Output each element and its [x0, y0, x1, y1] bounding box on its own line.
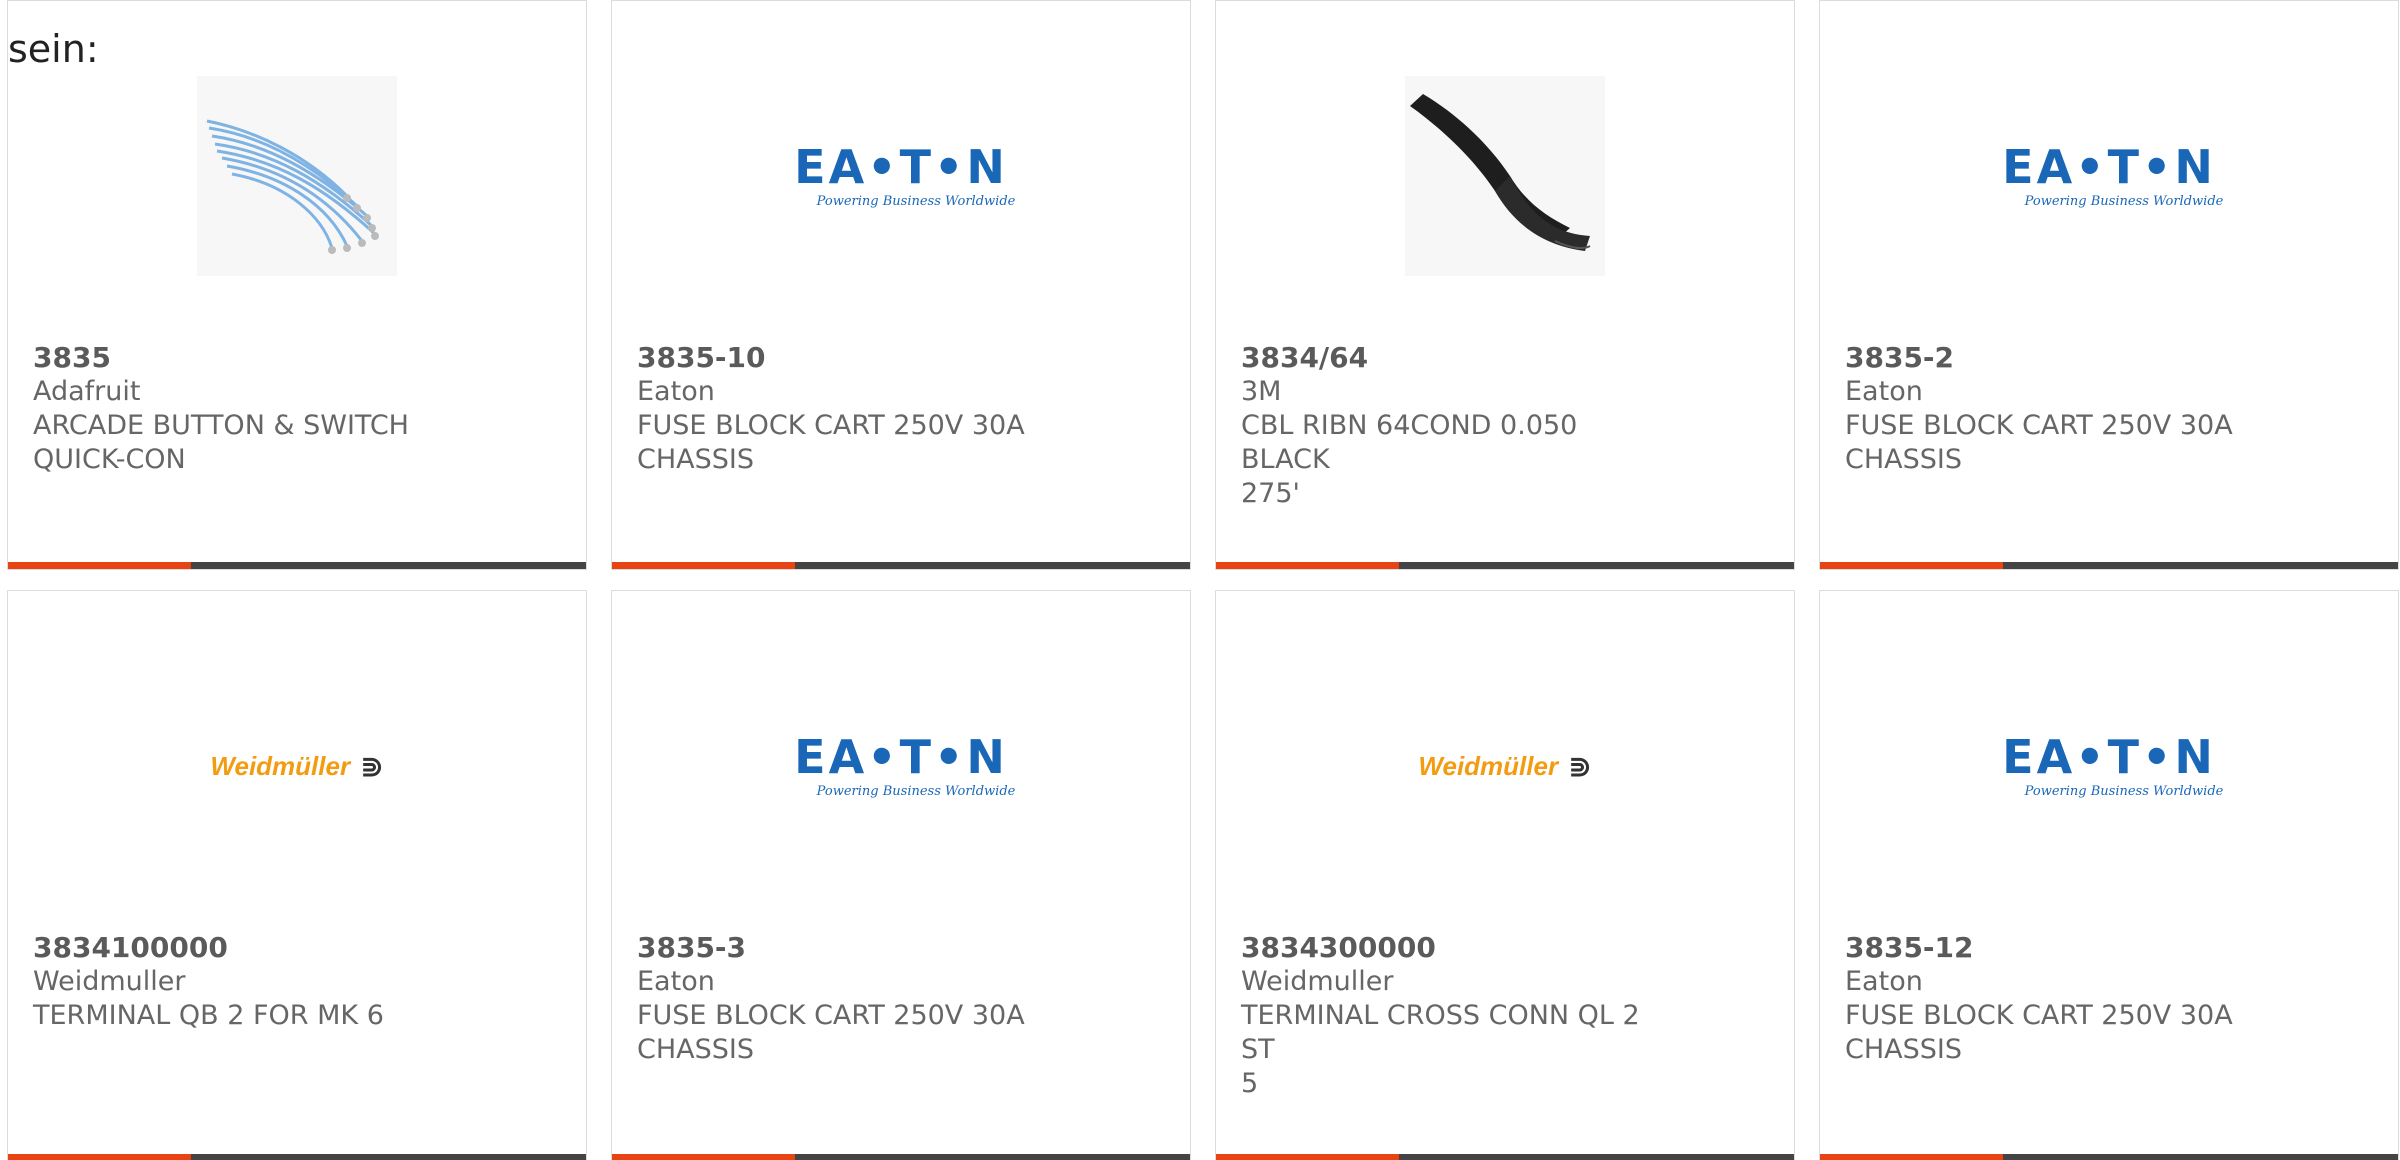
- description-line-2: 275': [1241, 478, 1300, 509]
- product-card[interactable]: Weidmüller ⋑ 3834100000 Weidmuller TERMI…: [7, 590, 587, 1160]
- product-info: 3835-12 Eaton FUSE BLOCK CART 250V 30A C…: [1845, 931, 2275, 1067]
- eaton-logo-word: EA•T•N: [2002, 729, 2216, 784]
- description-line-2: QUICK-CON: [33, 444, 186, 475]
- card-bottom-bar: [612, 562, 1190, 569]
- manufacturer: Eaton: [1845, 966, 1923, 997]
- product-info: 3834300000 Weidmuller TERMINAL CROSS CON…: [1241, 931, 1671, 1101]
- description-line-2: 5: [1241, 1068, 1259, 1099]
- card-accent-bar: [612, 562, 795, 569]
- card-bottom-bar: [1216, 1154, 1794, 1160]
- product-image: Weidmüller ⋑: [8, 666, 586, 866]
- description-line-2: CHASSIS: [1845, 1034, 1963, 1065]
- product-image: EA•T•N Powering Business Worldwide: [612, 666, 1190, 866]
- product-info: 3834/64 3M CBL RIBN 64COND 0.050 BLACK 2…: [1241, 341, 1671, 511]
- card-accent-bar: [1216, 562, 1399, 569]
- weidmuller-logo-word: Weidmüller: [210, 750, 351, 781]
- eaton-logo: EA•T•N Powering Business Worldwide: [2002, 136, 2223, 216]
- product-info: 3835-2 Eaton FUSE BLOCK CART 250V 30A CH…: [1845, 341, 2275, 477]
- weidmuller-logo-word: Weidmüller: [1418, 750, 1559, 781]
- description-line-1: FUSE BLOCK CART 250V 30A: [1845, 1000, 2233, 1031]
- manufacturer: Adafruit: [33, 376, 141, 407]
- manufacturer: Eaton: [1845, 376, 1923, 407]
- product-card[interactable]: Weidmüller ⋑ 3834300000 Weidmuller TERMI…: [1215, 590, 1795, 1160]
- description-line-1: TERMINAL QB 2 FOR MK 6: [33, 1000, 384, 1031]
- weidmuller-logo: Weidmüller ⋑: [1418, 750, 1591, 783]
- product-grid: 3835 Adafruit ARCADE BUTTON & SWITCH QUI…: [7, 0, 2400, 1160]
- eaton-logo-word: EA•T•N: [794, 729, 1008, 784]
- description-line-1: TERMINAL CROSS CONN QL 2 ST: [1241, 1000, 1640, 1065]
- description-line-1: FUSE BLOCK CART 250V 30A: [1845, 410, 2233, 441]
- product-card[interactable]: 3835 Adafruit ARCADE BUTTON & SWITCH QUI…: [7, 0, 587, 570]
- product-image: EA•T•N Powering Business Worldwide: [1820, 76, 2398, 276]
- product-info: 3835 Adafruit ARCADE BUTTON & SWITCH QUI…: [33, 341, 463, 477]
- description-line-2: CHASSIS: [637, 444, 755, 475]
- description-line-1: FUSE BLOCK CART 250V 30A: [637, 1000, 1025, 1031]
- card-bottom-bar: [1216, 562, 1794, 569]
- weidmuller-mark-icon: ⋑: [360, 749, 384, 783]
- product-card[interactable]: EA•T•N Powering Business Worldwide 3835-…: [611, 590, 1191, 1160]
- part-number[interactable]: 3835-2: [1845, 341, 2275, 375]
- cable-wires-photo: [197, 76, 397, 276]
- part-number[interactable]: 3835: [33, 341, 463, 375]
- manufacturer: Weidmuller: [1241, 966, 1394, 997]
- description-line-1: FUSE BLOCK CART 250V 30A: [637, 410, 1025, 441]
- eaton-logo-tagline: Powering Business Worldwide: [2024, 783, 2224, 799]
- description-line-2: CHASSIS: [637, 1034, 755, 1065]
- eaton-logo-word: EA•T•N: [2002, 139, 2216, 194]
- product-image: EA•T•N Powering Business Worldwide: [612, 76, 1190, 276]
- product-card[interactable]: 3834/64 3M CBL RIBN 64COND 0.050 BLACK 2…: [1215, 0, 1795, 570]
- card-bottom-bar: [612, 1154, 1190, 1160]
- card-accent-bar: [1820, 1154, 2003, 1160]
- manufacturer: Weidmuller: [33, 966, 186, 997]
- eaton-logo: EA•T•N Powering Business Worldwide: [2002, 726, 2223, 806]
- part-number[interactable]: 3834300000: [1241, 931, 1671, 965]
- product-image: [8, 76, 586, 276]
- product-card[interactable]: EA•T•N Powering Business Worldwide 3835-…: [1819, 590, 2399, 1160]
- manufacturer: 3M: [1241, 376, 1282, 407]
- card-accent-bar: [8, 562, 191, 569]
- manufacturer: Eaton: [637, 966, 715, 997]
- description-line-1: ARCADE BUTTON & SWITCH: [33, 410, 409, 441]
- card-accent-bar: [1216, 1154, 1399, 1160]
- product-info: 3835-3 Eaton FUSE BLOCK CART 250V 30A CH…: [637, 931, 1067, 1067]
- part-number[interactable]: 3834/64: [1241, 341, 1671, 375]
- product-image: EA•T•N Powering Business Worldwide: [1820, 666, 2398, 866]
- part-number[interactable]: 3834100000: [33, 931, 463, 965]
- card-bottom-bar: [8, 1154, 586, 1160]
- card-accent-bar: [1820, 562, 2003, 569]
- eaton-logo-tagline: Powering Business Worldwide: [816, 193, 1016, 209]
- eaton-logo: EA•T•N Powering Business Worldwide: [794, 726, 1015, 806]
- description-line-1: CBL RIBN 64COND 0.050 BLACK: [1241, 410, 1578, 475]
- product-info: 3834100000 Weidmuller TERMINAL QB 2 FOR …: [33, 931, 463, 1033]
- card-bottom-bar: [1820, 1154, 2398, 1160]
- description-line-2: CHASSIS: [1845, 444, 1963, 475]
- product-card[interactable]: EA•T•N Powering Business Worldwide 3835-…: [1819, 0, 2399, 570]
- card-accent-bar: [612, 1154, 795, 1160]
- page: sein: 3835 Adafruit ARCADE BUTTON & SWIT…: [0, 0, 2400, 1160]
- card-bottom-bar: [1820, 562, 2398, 569]
- part-number[interactable]: 3835-10: [637, 341, 1067, 375]
- manufacturer: Eaton: [637, 376, 715, 407]
- ribbon-cable-photo: [1405, 76, 1605, 276]
- product-info: 3835-10 Eaton FUSE BLOCK CART 250V 30A C…: [637, 341, 1067, 477]
- weidmuller-logo: Weidmüller ⋑: [210, 750, 383, 783]
- eaton-logo-tagline: Powering Business Worldwide: [2024, 193, 2224, 209]
- eaton-logo-word: EA•T•N: [794, 139, 1008, 194]
- product-image: [1216, 76, 1794, 276]
- eaton-logo: EA•T•N Powering Business Worldwide: [794, 136, 1015, 216]
- product-image: Weidmüller ⋑: [1216, 666, 1794, 866]
- eaton-logo-tagline: Powering Business Worldwide: [816, 783, 1016, 799]
- weidmuller-mark-icon: ⋑: [1568, 749, 1592, 783]
- part-number[interactable]: 3835-12: [1845, 931, 2275, 965]
- card-accent-bar: [8, 1154, 191, 1160]
- intro-text: sein:: [8, 27, 99, 71]
- product-card[interactable]: EA•T•N Powering Business Worldwide 3835-…: [611, 0, 1191, 570]
- card-bottom-bar: [8, 562, 586, 569]
- part-number[interactable]: 3835-3: [637, 931, 1067, 965]
